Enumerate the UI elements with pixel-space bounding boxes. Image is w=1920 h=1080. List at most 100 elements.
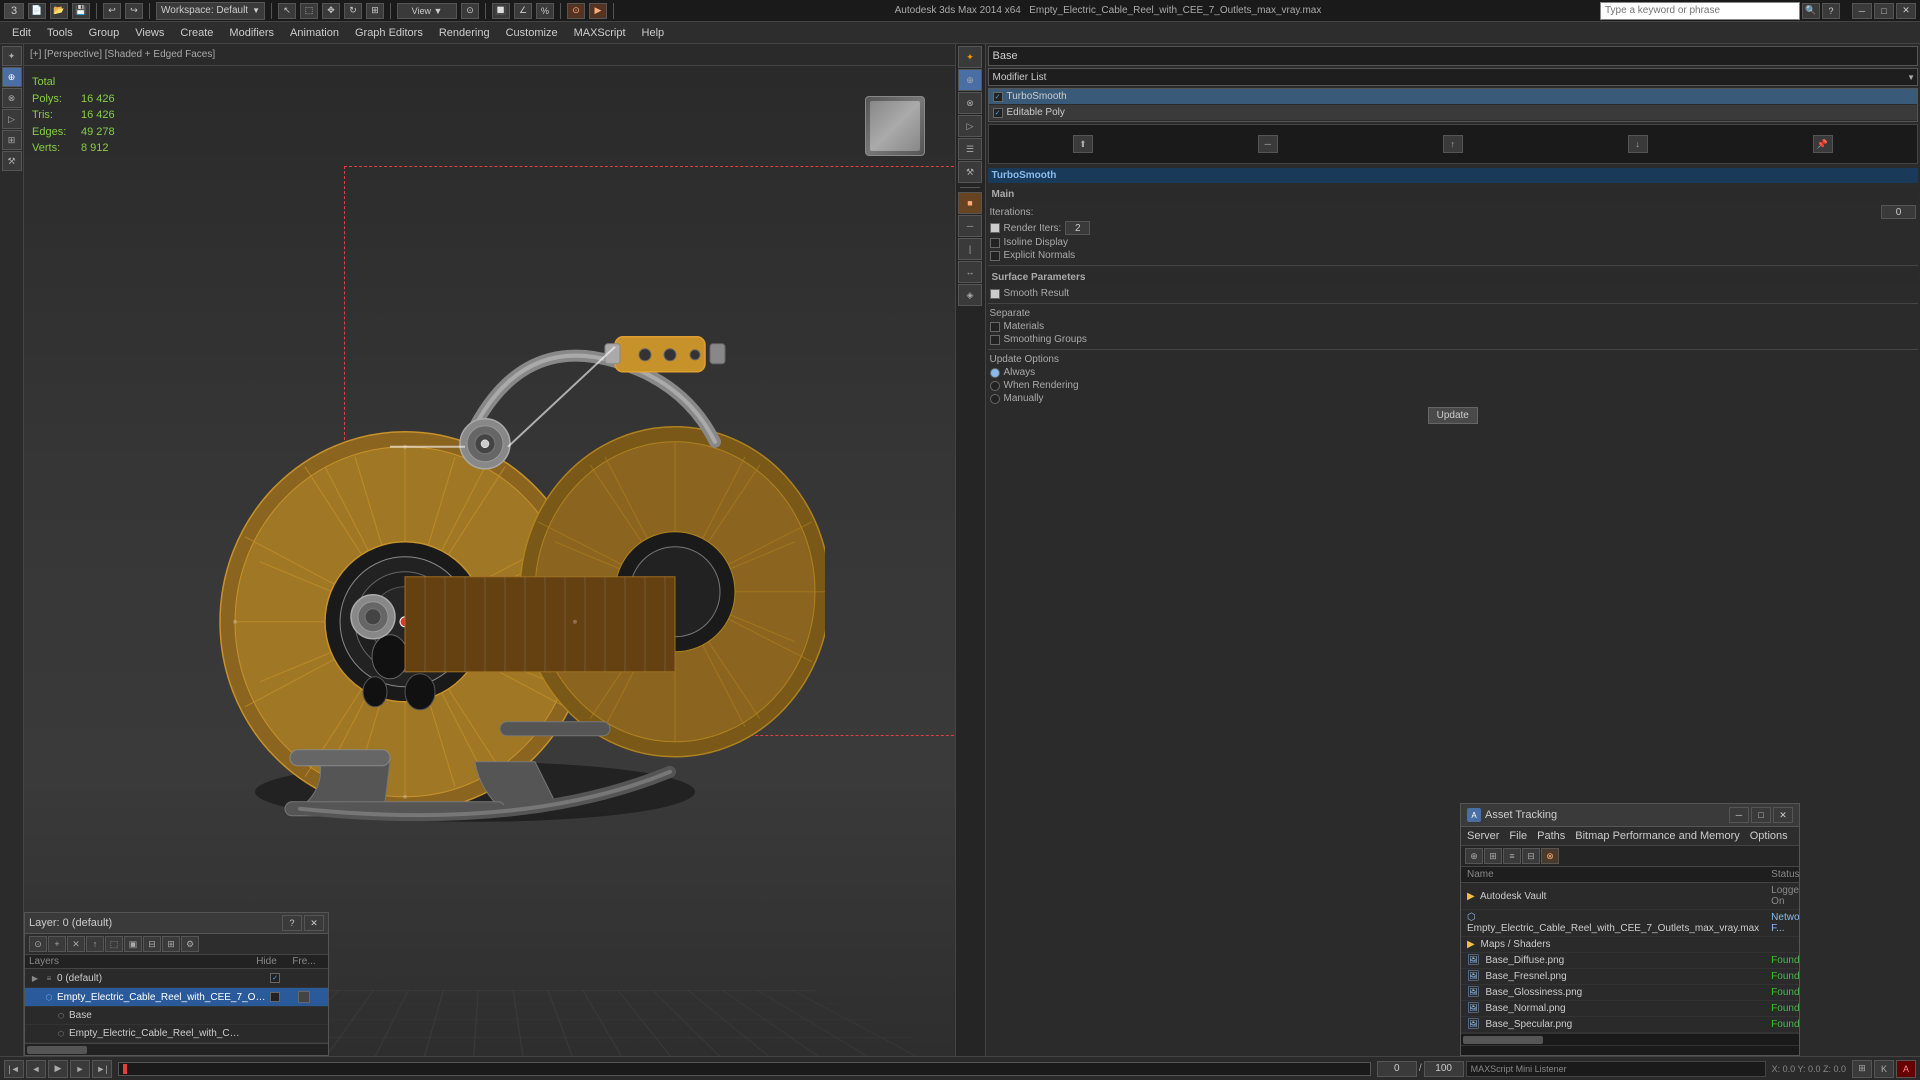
navigation-cube[interactable]: Top	[865, 96, 935, 166]
asset-btn-3[interactable]: ≡	[1503, 848, 1521, 864]
manually-radio[interactable]	[990, 394, 1000, 404]
maxscript-listener[interactable]: MAXScript Mini Listener	[1466, 1061, 1766, 1077]
asset-restore-btn[interactable]: □	[1751, 807, 1771, 823]
asset-row-maps[interactable]: ▶ Maps / Shaders	[1461, 937, 1799, 953]
adj-icon-2[interactable]: ─	[1258, 135, 1278, 153]
layer-row-default[interactable]: ▶ ≡ 0 (default)	[25, 969, 328, 988]
lp-btn-5[interactable]: ⬚	[105, 936, 123, 952]
minimize-btn[interactable]: ─	[1852, 3, 1872, 19]
open-file-btn[interactable]: 📂	[50, 3, 68, 19]
iterations-value[interactable]: 0	[1881, 205, 1916, 219]
asset-row-fresnel[interactable]: 🖼 Base_Fresnel.png Found	[1461, 969, 1799, 985]
layer-check-default[interactable]	[268, 971, 282, 985]
icon-btn-3[interactable]: |	[958, 238, 982, 260]
modify-panel-btn[interactable]: ⊕	[958, 69, 982, 91]
workspace-dropdown[interactable]: Workspace: Default ▼	[156, 2, 265, 20]
turbosmooth-item[interactable]: TurboSmooth	[989, 89, 1918, 104]
asset-btn-5[interactable]: ⊗	[1541, 848, 1559, 864]
lp-btn-8[interactable]: ⊞	[162, 936, 180, 952]
asset-h-scroll-thumb[interactable]	[1463, 1036, 1543, 1044]
editable-poly-item[interactable]: Editable Poly	[989, 105, 1918, 120]
always-radio[interactable]	[990, 368, 1000, 378]
when-rendering-radio[interactable]	[990, 381, 1000, 391]
maximize-btn[interactable]: □	[1874, 3, 1894, 19]
asset-menu-file[interactable]: File	[1507, 829, 1529, 843]
snap-toggle[interactable]: 🔲	[492, 3, 510, 19]
menu-tools[interactable]: Tools	[39, 22, 81, 44]
adj-icon-4[interactable]: ↓	[1628, 135, 1648, 153]
menu-modifiers[interactable]: Modifiers	[221, 22, 282, 44]
lp-btn-6[interactable]: ▣	[124, 936, 142, 952]
icon-btn-1[interactable]: ■	[958, 192, 982, 214]
help-btn[interactable]: ?	[1822, 3, 1840, 19]
menu-rendering[interactable]: Rendering	[431, 22, 498, 44]
menu-edit[interactable]: Edit	[4, 22, 39, 44]
asset-v-scrollbar-area[interactable]	[1461, 1045, 1799, 1055]
select-region[interactable]: ⬚	[300, 3, 318, 19]
menu-views[interactable]: Views	[127, 22, 172, 44]
lp-btn-2[interactable]: +	[48, 936, 66, 952]
editable-poly-checkbox[interactable]	[993, 108, 1003, 118]
render-scene[interactable]: ⊙	[567, 3, 585, 19]
asset-row-glossiness[interactable]: 🖼 Base_Glossiness.png Found	[1461, 985, 1799, 1001]
undo-btn[interactable]: ↩	[103, 3, 121, 19]
layer-row-cable2[interactable]: ⬡ Empty_Electric_Cable_Reel_with_CEE_7_O…	[25, 1025, 328, 1043]
play-btn[interactable]: ▶	[48, 1060, 68, 1078]
frame-counter[interactable]: 0	[1377, 1061, 1417, 1077]
menu-maxscript[interactable]: MAXScript	[566, 22, 634, 44]
isoline-checkbox[interactable]	[990, 238, 1000, 248]
object-name-field[interactable]: Base	[988, 46, 1919, 66]
layers-close-btn[interactable]: ✕	[304, 915, 324, 931]
layer-row-cable[interactable]: ⬡ Empty_Electric_Cable_Reel_with_CEE_7_O…	[25, 988, 328, 1007]
motion-panel-btn[interactable]: ▷	[958, 115, 982, 137]
time-slider[interactable]	[118, 1062, 1371, 1076]
layer-check-cable[interactable]	[268, 990, 282, 1004]
display-panel-btn[interactable]: ☰	[958, 138, 982, 160]
turbosmooth-checkbox[interactable]	[993, 92, 1003, 102]
asset-row-vault[interactable]: ▶ Autodesk Vault Logged On	[1461, 883, 1799, 910]
asset-minimize-btn[interactable]: ─	[1729, 807, 1749, 823]
layers-scroll-thumb[interactable]	[27, 1046, 87, 1054]
pivot-btn[interactable]: ⊙	[461, 3, 479, 19]
menu-graph-editors[interactable]: Graph Editors	[347, 22, 431, 44]
icon-btn-5[interactable]: ◈	[958, 284, 982, 306]
layers-scrollbar[interactable]	[25, 1043, 328, 1055]
close-btn[interactable]: ✕	[1896, 3, 1916, 19]
menu-customize[interactable]: Customize	[498, 22, 566, 44]
menu-animation[interactable]: Animation	[282, 22, 347, 44]
asset-btn-2[interactable]: ⊞	[1484, 848, 1502, 864]
icon-btn-4[interactable]: ↔	[958, 261, 982, 283]
asset-btn-4[interactable]: ⊟	[1522, 848, 1540, 864]
new-file-btn[interactable]: 📄	[28, 3, 46, 19]
percent-snap[interactable]: %	[536, 3, 554, 19]
lp-btn-3[interactable]: ✕	[67, 936, 85, 952]
asset-row-diffuse[interactable]: 🖼 Base_Diffuse.png Found	[1461, 953, 1799, 969]
total-frames[interactable]: 100	[1424, 1061, 1464, 1077]
hierarchy-panel-btn[interactable]: ⊗	[958, 92, 982, 114]
asset-row-mainfile[interactable]: ⬡ Empty_Electric_Cable_Reel_with_CEE_7_O…	[1461, 910, 1799, 937]
goto-start-btn[interactable]: |◄	[4, 1060, 24, 1078]
create-tab-btn[interactable]: ✦	[2, 46, 22, 66]
modify-tab-btn[interactable]: ⊕	[2, 67, 22, 87]
scale-tool[interactable]: ⊞	[366, 3, 384, 19]
anim-mode-btn[interactable]: A	[1896, 1060, 1916, 1078]
rotate-tool[interactable]: ↻	[344, 3, 362, 19]
layer-row-base[interactable]: ⬡ Base	[25, 1007, 328, 1025]
create-panel-btn[interactable]: ✦	[958, 46, 982, 68]
lp-btn-1[interactable]: ⊙	[29, 936, 47, 952]
menu-group[interactable]: Group	[81, 22, 128, 44]
grid-settings-btn[interactable]: ⊞	[1852, 1060, 1872, 1078]
lp-btn-4[interactable]: ↑	[86, 936, 104, 952]
hierarchy-btn[interactable]: ⊗	[2, 88, 22, 108]
utilities-panel-btn[interactable]: ⚒	[958, 161, 982, 183]
smooth-result-checkbox[interactable]	[990, 289, 1000, 299]
search-go-btn[interactable]: 🔍	[1802, 3, 1820, 19]
next-frame-btn[interactable]: ►	[70, 1060, 90, 1078]
lp-btn-7[interactable]: ⊟	[143, 936, 161, 952]
move-tool[interactable]: ✥	[322, 3, 340, 19]
lp-btn-9[interactable]: ⚙	[181, 936, 199, 952]
asset-row-specular[interactable]: 🖼 Base_Specular.png Found	[1461, 1017, 1799, 1033]
update-button[interactable]: Update	[1428, 407, 1478, 424]
adj-icon-5[interactable]: 📌	[1813, 135, 1833, 153]
menu-help[interactable]: Help	[634, 22, 673, 44]
